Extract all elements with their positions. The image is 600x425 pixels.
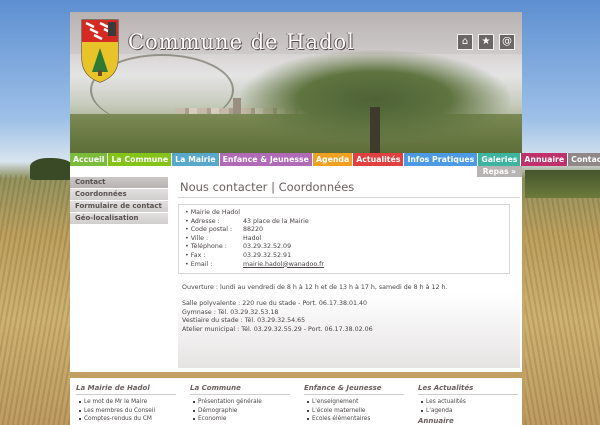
main-content: Nous contacter | Coordonnées • Mairie de…: [178, 180, 520, 368]
footer-link[interactable]: Comptes-rendus du CM: [76, 415, 176, 424]
background-tree: [30, 158, 75, 180]
footer-link[interactable]: Les membres du Conseil: [76, 407, 176, 416]
nav-contact[interactable]: Contact: [568, 153, 600, 166]
coat-of-arms-logo[interactable]: [80, 18, 120, 84]
footer-heading-annuaire[interactable]: Annuaire: [418, 417, 518, 425]
page-title: Nous contacter | Coordonnées: [178, 180, 520, 198]
page-container: Commune de Hadol ⌂ ★ @ Accueil La Commun…: [70, 12, 600, 372]
background-field-left: [0, 175, 70, 425]
footer-link[interactable]: Le mot de Mr le Maire: [76, 398, 176, 407]
footer-link[interactable]: L'enseignement: [304, 398, 404, 407]
footer-heading[interactable]: La Commune: [190, 384, 290, 395]
header-banner: Commune de Hadol ⌂ ★ @: [70, 12, 522, 153]
email-icon[interactable]: @: [499, 34, 515, 50]
contact-line: Vestiaire du stade : Tél. 03.29.32.54.65: [182, 317, 306, 325]
footer: La Mairie de Hadol Le mot de Mr le Maire…: [70, 378, 522, 425]
footer-link[interactable]: L'agenda: [418, 407, 518, 416]
other-contacts: Salle polyvalente : 220 rue du stade - P…: [178, 300, 520, 334]
contact-line: Salle polyvalente : 220 rue du stade - P…: [182, 300, 367, 308]
footer-heading[interactable]: La Mairie de Hadol: [76, 384, 176, 395]
footer-link[interactable]: Présentation générale: [190, 398, 290, 407]
contact-city: • Ville : Hadol: [185, 234, 262, 242]
footer-link[interactable]: L'école maternelle: [304, 407, 404, 416]
footer-column-commune: La Commune Présentation générale Démogra…: [190, 384, 290, 424]
site-title[interactable]: Commune de Hadol: [128, 30, 355, 54]
contact-info-box: • Mairie de Hadol • Adresse :43 place de…: [178, 204, 510, 275]
nav-galeries[interactable]: Galeries: [478, 153, 522, 166]
nav-accueil[interactable]: Accueil: [70, 153, 109, 166]
sidebar: Contact Coordonnées Formulaire de contac…: [70, 177, 168, 225]
background-hedge: [525, 170, 600, 198]
nav-enfance-jeunesse[interactable]: Enfance & Jeunesse: [219, 153, 313, 166]
footer-column-actualites: Les Actualités Les actualités L'agenda A…: [418, 384, 518, 425]
contact-postal-code: • Code postal :88220: [185, 226, 264, 234]
footer-column-enfance: Enfance & Jeunesse L'enseignement L'écol…: [304, 384, 404, 424]
background-field-right: [525, 175, 600, 425]
footer-column-mairie: La Mairie de Hadol Le mot de Mr le Maire…: [76, 384, 176, 424]
home-icon[interactable]: ⌂: [457, 34, 473, 50]
contact-line: Atelier municipal : Tél. 03.29.32.55.29 …: [182, 325, 373, 333]
nav-infos-pratiques[interactable]: Infos Pratiques: [404, 153, 479, 166]
sidebar-item-coordonnees[interactable]: Coordonnées: [70, 189, 168, 201]
contact-fax: • Fax :03.29.32.52.91: [185, 251, 292, 259]
nav-la-commune[interactable]: La Commune: [108, 153, 173, 166]
email-link[interactable]: mairie.hadol@wanadoo.fr: [243, 261, 324, 268]
sidebar-item-contact[interactable]: Contact: [70, 177, 168, 189]
footer-link[interactable]: Economie: [190, 415, 290, 424]
toolbar-icons: ⌂ ★ @: [457, 34, 515, 50]
nav-agenda[interactable]: Agenda: [312, 153, 354, 166]
nav-la-mairie[interactable]: La Mairie: [172, 153, 220, 166]
contact-email: • Email : mairie.hadol@wanadoo.fr: [185, 260, 324, 268]
nav-annuaire[interactable]: Annuaire: [521, 153, 569, 166]
nav-actualites[interactable]: Actualités: [353, 153, 405, 166]
contact-address: • Adresse :43 place de la Mairie: [185, 217, 309, 225]
contact-line: Gymnase : Tél. 03.29.32.53.18: [182, 308, 279, 316]
footer-heading[interactable]: Enfance & Jeunesse: [304, 384, 404, 395]
opening-hours: Ouverture : lundi au vendredi de 8 h à 1…: [182, 284, 448, 292]
contact-name: • Mairie de Hadol: [185, 209, 241, 216]
contact-phone: • Téléphone :03.29.32.52.09: [185, 243, 292, 251]
sidebar-item-formulaire[interactable]: Formulaire de contact: [70, 201, 168, 213]
star-icon[interactable]: ★: [478, 34, 494, 50]
sidebar-item-geolocalisation[interactable]: Géo-localisation: [70, 213, 168, 225]
nav-submenu-repas[interactable]: Repas »: [476, 166, 522, 177]
footer-heading[interactable]: Les Actualités: [418, 384, 518, 395]
footer-link[interactable]: Démographie: [190, 407, 290, 416]
footer-link[interactable]: Ecoles élémentaires: [304, 415, 404, 424]
footer-link[interactable]: Les actualités: [418, 398, 518, 407]
main-navigation: Accueil La Commune La Mairie Enfance & J…: [70, 153, 600, 166]
